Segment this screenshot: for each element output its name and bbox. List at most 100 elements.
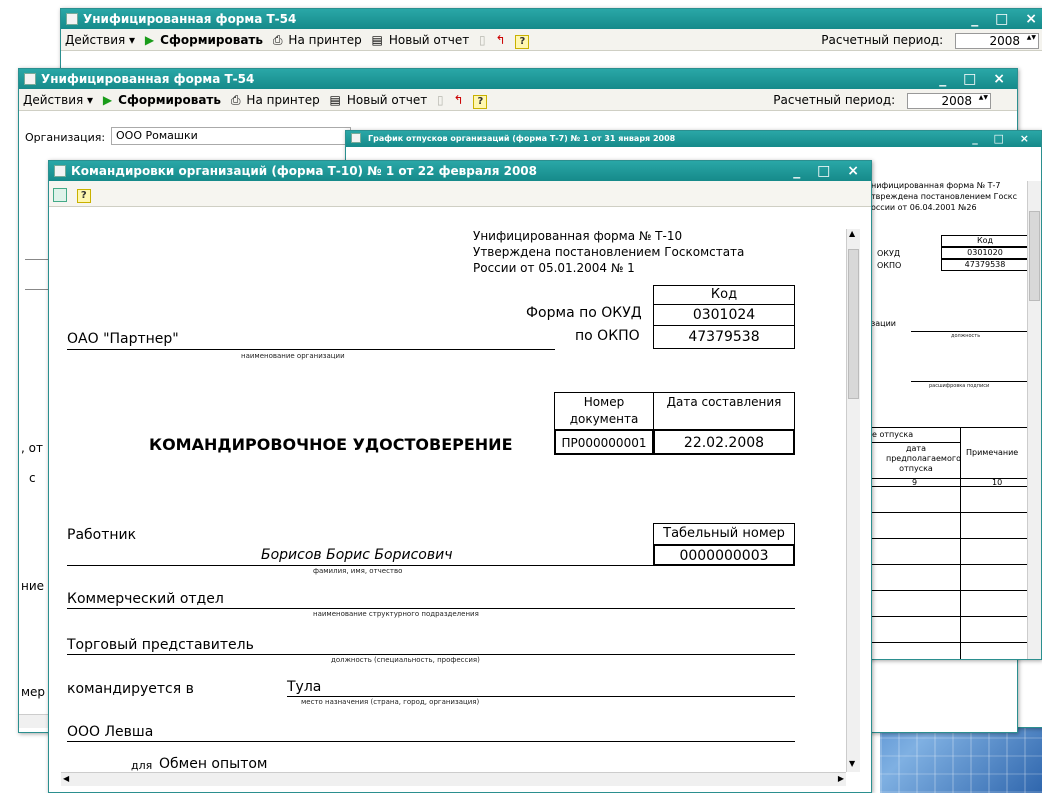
organization: ООО Левша — [67, 724, 154, 740]
position: Торговый представитель — [67, 637, 254, 653]
window-t54-mid-titlebar[interactable]: Унифицированная форма Т-54 _ □ × — [19, 69, 1017, 89]
sent-to-label: командируется в — [67, 681, 194, 697]
form-icon — [54, 165, 66, 177]
position-underline — [67, 654, 795, 655]
okpo-value: 47379538 — [941, 259, 1029, 271]
form-icon — [66, 13, 78, 25]
hint-icon[interactable]: ↰ — [453, 93, 463, 107]
left-fragment: с — [29, 471, 36, 485]
employee-label: Работник — [67, 527, 137, 543]
okpo-label: ОКПО — [877, 261, 902, 270]
t7-header-line: твреждена постановлением Госкс — [871, 192, 1018, 201]
t7-table-body — [871, 487, 1031, 659]
window-controls[interactable]: _ □ × — [793, 161, 865, 181]
copy-icon[interactable]: ▯ — [479, 33, 486, 47]
actions-menu[interactable]: Действия ▾ — [23, 93, 93, 107]
col-num-10: 10 — [992, 478, 1003, 487]
period-control: Расчетный период: 2008 — [773, 89, 997, 111]
org-label: Организация: — [25, 131, 106, 144]
scroll-up-icon[interactable]: ▲ — [849, 229, 855, 238]
horizontal-scrollbar[interactable]: ◀ ▶ — [61, 772, 846, 786]
scroll-thumb[interactable] — [1029, 211, 1040, 301]
period-input[interactable]: 2008 — [907, 92, 991, 109]
department: Коммерческий отдел — [67, 591, 224, 607]
col-date: дата предполагаемого отпуска — [886, 444, 961, 473]
form-icon — [351, 133, 361, 143]
window-title: График отпусков организаций (форма Т-7) … — [368, 134, 676, 143]
okud-value: 0301024 — [653, 304, 795, 326]
code-header: Код — [941, 235, 1029, 247]
destination-caption: место назначения (страна, город, организ… — [301, 698, 480, 706]
print-button[interactable]: На принтер — [288, 33, 361, 47]
purpose: Обмен опытом — [159, 756, 268, 772]
t7-table-header: е отпуска дата предполагаемого отпуска П… — [871, 427, 1032, 488]
new-report-button[interactable]: Новый отчет — [347, 93, 427, 107]
org-fragment: зации — [871, 319, 896, 328]
toolbar: Действия ▾ ▶ Сформировать ⎙ На принтер ▤ Но… — [19, 89, 1017, 111]
okud-label: Форма по ОКУД — [526, 305, 642, 321]
vertical-scrollbar[interactable]: ▲ ▼ — [846, 229, 860, 772]
okud-value: 0301020 — [941, 247, 1029, 259]
okpo-label: по ОКПО — [575, 328, 640, 344]
signature-caption: расшифровка подписи — [929, 383, 990, 389]
vertical-scrollbar[interactable] — [1027, 181, 1041, 659]
window-controls[interactable]: _ □ × — [939, 69, 1011, 89]
doc-date-header: Дата составления — [653, 392, 795, 430]
window-title: Командировки организаций (форма Т-10) № … — [71, 164, 537, 178]
form-button[interactable]: Сформировать — [160, 33, 263, 47]
doc-title: КОМАНДИРОВОЧНОЕ УДОСТОВЕРЕНИЕ — [149, 435, 513, 454]
left-fragment: ние — [21, 579, 45, 593]
window-controls[interactable]: _ □ × — [972, 131, 1035, 147]
doc-number: ПР000000001 — [554, 429, 654, 455]
department-caption: наименование структурного подразделения — [313, 610, 479, 618]
window-t10[interactable]: Командировки организаций (форма Т-10) № … — [48, 160, 872, 793]
period-input[interactable]: 2008 — [955, 32, 1039, 49]
period-label: Расчетный период: — [773, 93, 896, 107]
window-t10-titlebar[interactable]: Командировки организаций (форма Т-10) № … — [49, 161, 871, 181]
play-icon: ▶ — [144, 33, 155, 47]
hint-icon[interactable]: ↰ — [495, 33, 505, 47]
form-header-line: России от 05.01.2004 № 1 — [473, 261, 635, 275]
form-header-line: Унифицированная форма № Т-10 — [473, 229, 683, 243]
purpose-label: для — [131, 759, 153, 772]
rule — [960, 487, 961, 659]
copy-icon[interactable]: ▯ — [437, 93, 444, 107]
employee-name: Борисов Борис Борисович — [261, 547, 453, 563]
help-icon[interactable]: ? — [515, 35, 530, 49]
window-title: Унифицированная форма Т-54 — [41, 72, 255, 86]
col-vacation: е отпуска — [872, 430, 914, 439]
window-t7-titlebar[interactable]: График отпусков организаций (форма Т-7) … — [346, 131, 1041, 147]
scroll-right-icon[interactable]: ▶ — [838, 774, 844, 783]
period-control: Расчетный период: 2008 — [821, 29, 1042, 51]
help-icon[interactable]: ? — [473, 95, 488, 109]
name-underline — [67, 565, 655, 566]
org-input[interactable]: ООО Ромашки — [111, 127, 351, 145]
actions-menu[interactable]: Действия ▾ — [65, 33, 135, 47]
col-note: Примечание — [966, 448, 1019, 457]
okpo-value: 47379538 — [653, 325, 795, 349]
print-button[interactable]: На принтер — [246, 93, 319, 107]
underline — [911, 381, 1031, 382]
scroll-down-icon[interactable]: ▼ — [849, 759, 855, 768]
window-controls[interactable]: _ □ × — [971, 9, 1042, 29]
left-fragment: мер — [21, 685, 46, 699]
new-report-button[interactable]: Новый отчет — [389, 33, 469, 47]
org-underline — [67, 349, 555, 350]
scroll-left-icon[interactable]: ◀ — [63, 774, 69, 783]
printer-icon: ⎙ — [230, 93, 241, 107]
form-button[interactable]: Сформировать — [118, 93, 221, 107]
code-header: Код — [653, 285, 795, 305]
print-icon[interactable] — [53, 187, 67, 202]
doc-number-header: Номер документа — [554, 392, 654, 430]
rule — [872, 478, 1032, 479]
t10-document: Унифицированная форма № Т-10 Утверждена … — [61, 229, 845, 784]
window-t54-back-titlebar[interactable]: Унифицированная форма Т-54 _ □ × — [61, 9, 1042, 29]
report-icon: ▤ — [329, 93, 341, 107]
report-icon: ▤ — [371, 33, 383, 47]
scroll-thumb[interactable] — [848, 249, 859, 399]
col-num-9: 9 — [912, 478, 918, 487]
printer-icon: ⎙ — [272, 33, 283, 47]
help-icon[interactable]: ? — [76, 189, 91, 203]
window-title: Унифицированная форма Т-54 — [83, 12, 297, 26]
org-name: ОАО "Партнер" — [67, 331, 179, 347]
